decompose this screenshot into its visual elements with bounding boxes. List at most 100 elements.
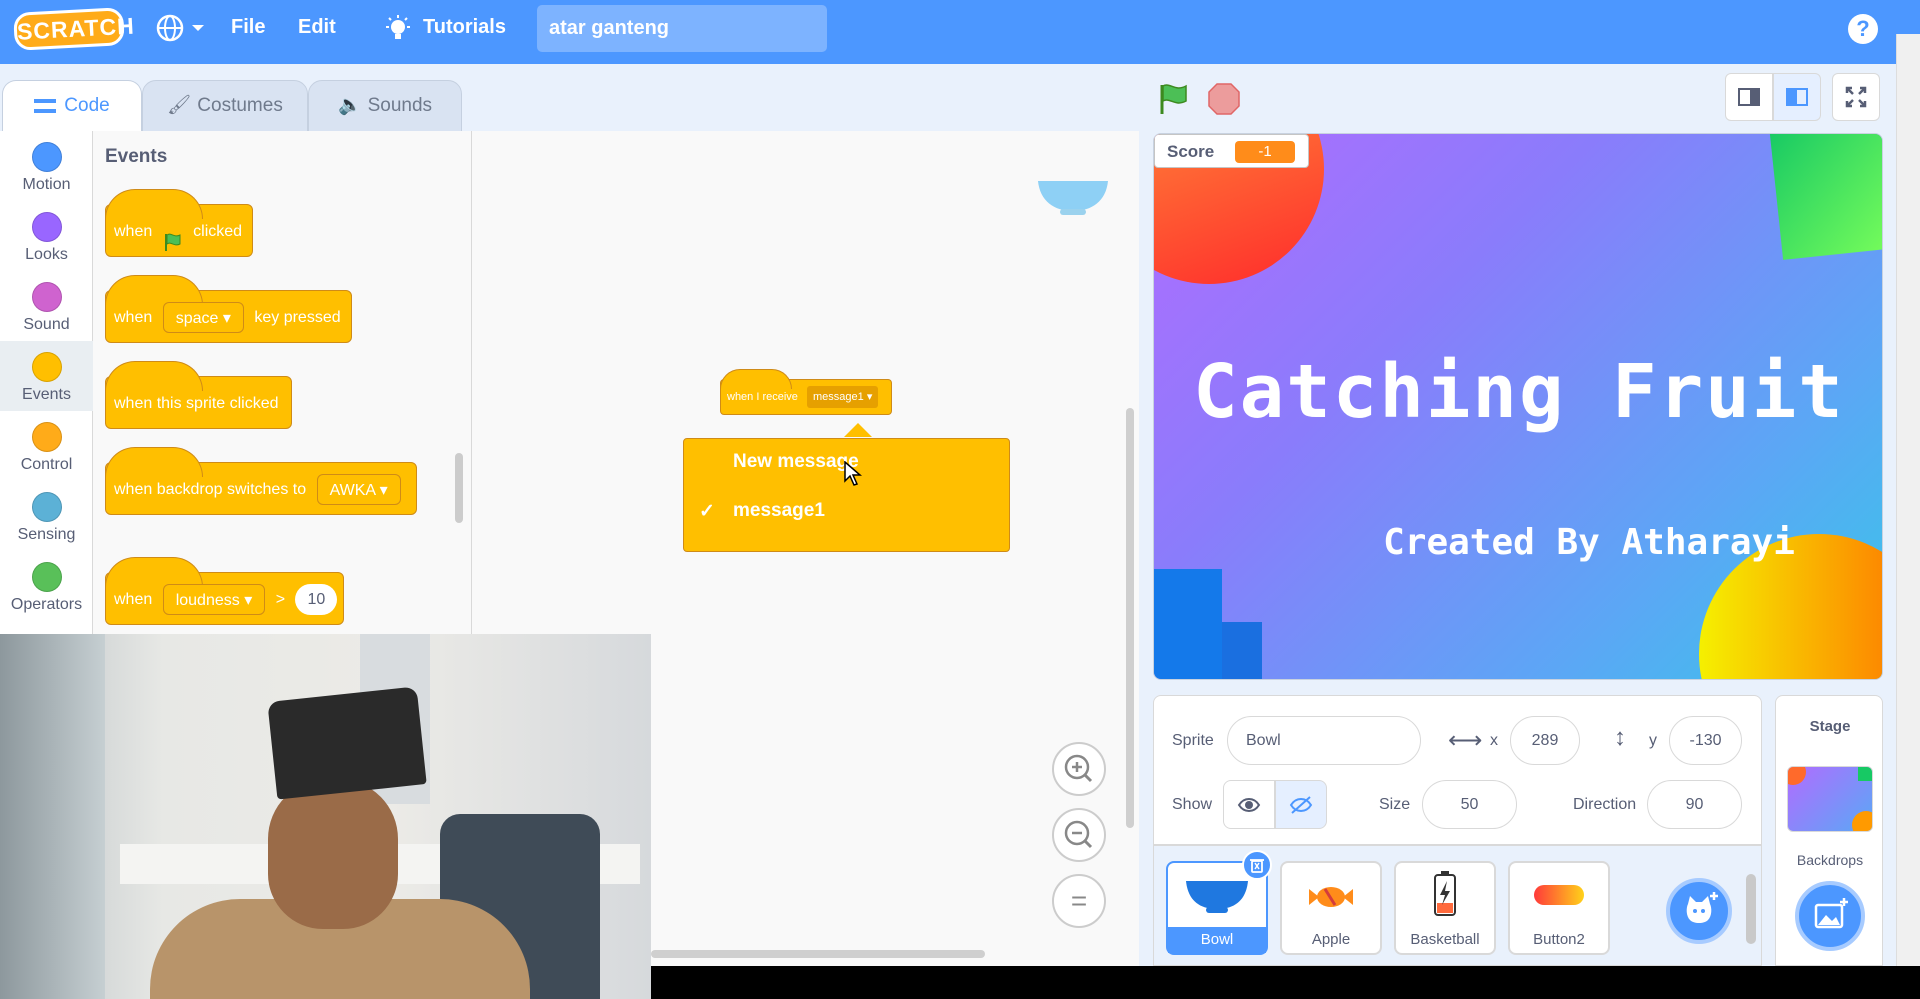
message-dropdown-menu: New message ✓ message1 [683,438,1010,552]
show-hidden-button[interactable] [1275,780,1327,829]
bowl-icon [1186,881,1248,913]
scratch-logo[interactable]: SCRATCH [13,7,135,51]
category-label: Sensing [17,526,76,543]
webcam-window [0,634,105,999]
category-looks[interactable]: Looks [0,201,93,271]
sprite-name-input[interactable]: Bowl [1227,716,1421,765]
green-flag-icon [163,221,183,251]
workspace-scrollbar-v[interactable] [1126,408,1134,828]
when-key-pressed-block[interactable]: when space ▾ key pressed [105,275,352,343]
when-sprite-clicked-block[interactable]: when this sprite clicked [105,361,292,429]
sprite-label: Sprite [1172,732,1214,749]
category-events[interactable]: Events [0,341,93,411]
zoom-reset-button[interactable]: = [1052,874,1106,928]
project-title-input[interactable]: atar ganteng [537,5,827,52]
stage-subtitle-text: Created By Atharayi [1383,522,1795,563]
sprite-list-scrollbar[interactable] [1746,874,1756,944]
direction-label: Direction [1573,796,1637,813]
normal-stage-button[interactable] [1773,73,1821,121]
looks-dot-icon [32,212,62,242]
y-arrows-icon: ↕ [1614,724,1626,751]
hat-cap [105,361,203,391]
language-globe-icon[interactable] [155,13,205,43]
loudness-value-input[interactable]: 10 [295,584,338,616]
category-sensing[interactable]: Sensing [0,481,93,551]
workspace-scrollbar-h[interactable] [651,950,985,958]
add-backdrop-button[interactable] [1795,881,1865,951]
when-flag-clicked-block[interactable]: when clicked [105,189,253,257]
sprite-thumb-button2[interactable]: Button2 [1508,861,1610,955]
sprite-thumb-apple[interactable]: Apple [1280,861,1382,955]
monitor-value: -1 [1235,141,1295,163]
zoom-out-button[interactable] [1052,808,1106,862]
category-label: Events [22,386,71,403]
stage-canvas[interactable]: Score -1 Catching Fruit Created By Athar… [1153,133,1883,680]
sprite-info-panel: Sprite Bowl ⟷ x 289 ↕ y -130 Show Size 5… [1153,695,1762,845]
zoom-in-button[interactable] [1052,742,1106,796]
key-option: space [175,310,219,328]
tab-sounds[interactable]: 🔈 Sounds [308,80,462,132]
palette-scrollbar[interactable] [455,453,463,523]
sprite-list: Bowl Apple Basketball Button2 [1153,845,1762,966]
tab-code[interactable]: Code [2,80,142,132]
sensing-dot-icon [32,492,62,522]
key-dropdown[interactable]: space ▾ [162,302,244,334]
sprite-thumb-basketball[interactable]: Basketball [1394,861,1496,955]
category-label: Control [20,456,73,473]
candy-icon [1309,887,1353,907]
button2-preview [1534,885,1584,905]
category-motion[interactable]: Motion [0,131,93,201]
battery-icon [1434,871,1456,916]
category-sound[interactable]: Sound [0,271,93,341]
size-input[interactable]: 50 [1422,780,1517,829]
when-i-receive-block[interactable]: when I receive message1 ▾ [720,369,892,415]
webcam-person-cap [267,686,427,800]
normal-stage-icon [1786,88,1808,106]
stop-button[interactable] [1207,82,1241,116]
browser-scrollbar[interactable] [1896,34,1920,966]
sprite-name: Apple [1311,931,1351,948]
stop-sign-icon [1208,83,1240,115]
add-sprite-button[interactable] [1666,878,1732,944]
when-loudness-block[interactable]: when loudness ▾ > 10 [105,557,344,625]
fullscreen-button[interactable] [1832,73,1880,121]
backdrop-thumbnail[interactable] [1787,766,1873,832]
category-label: Looks [25,246,68,263]
blue-block-decoration [1154,569,1222,679]
tab-costumes[interactable]: 🖌 Costumes [142,80,308,132]
direction-input[interactable]: 90 [1647,780,1742,829]
delete-sprite-button[interactable] [1242,850,1272,880]
message-option: message1 [813,391,864,403]
new-message-option[interactable]: New message [733,451,859,473]
backdrops-label: Backdrops [1796,852,1864,868]
blue-block-small-decoration [1222,622,1262,679]
show-visible-button[interactable] [1223,780,1275,829]
message-dropdown[interactable]: message1 ▾ [807,386,879,408]
sound-dot-icon [32,282,62,312]
score-monitor[interactable]: Score -1 [1154,134,1309,168]
green-flag-icon [1160,84,1187,114]
file-menu[interactable]: File [231,0,265,55]
size-label: Size [1379,796,1411,813]
loudness-dropdown[interactable]: loudness ▾ [162,584,266,616]
x-position-input[interactable]: 289 [1510,716,1580,765]
green-flag-button[interactable] [1157,82,1191,116]
backdrop-dropdown[interactable]: AWKA ▾ [316,474,401,506]
category-control[interactable]: Control [0,411,93,481]
fullscreen-icon [1845,86,1867,108]
y-position-input[interactable]: -130 [1669,716,1742,765]
category-operators[interactable]: Operators [0,551,93,621]
block-text: key pressed [254,309,341,326]
sprite-preview-bowl-icon [1036,177,1110,217]
block-text: clicked [193,223,243,240]
edit-menu[interactable]: Edit [298,0,336,55]
message1-option[interactable]: message1 [733,500,825,522]
small-stage-button[interactable] [1725,73,1773,121]
help-button[interactable]: ? [1848,14,1878,44]
tutorials-menu[interactable]: Tutorials [423,0,506,55]
eye-hidden-icon [1289,796,1313,814]
when-backdrop-switches-block[interactable]: when backdrop switches to AWKA ▾ [105,447,417,515]
taskbar-strip [651,966,1920,999]
category-label: Motion [22,176,71,193]
tab-costumes-label: Costumes [197,95,283,116]
